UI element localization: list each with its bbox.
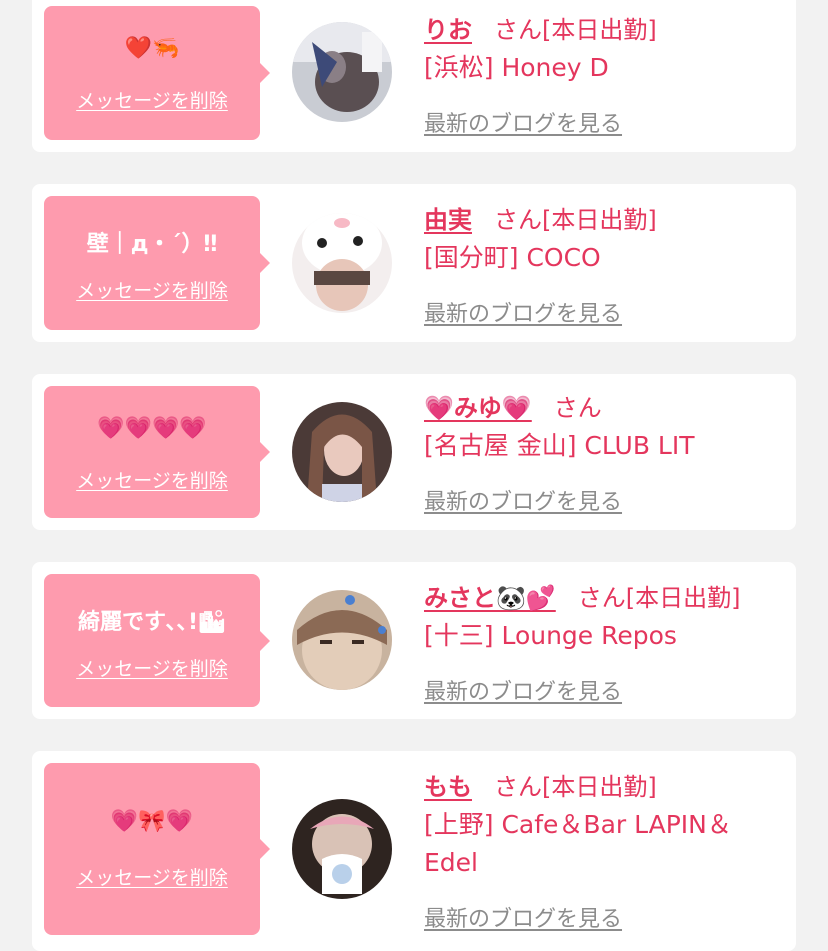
message-bubble: 💗💗💗💗 メッセージを削除 [44, 386, 270, 518]
message-text: 💗💗💗💗 [97, 416, 207, 441]
cast-name-line: 由実 さん[本日出勤] [424, 200, 657, 235]
latest-blog-link[interactable]: 最新のブログを見る [424, 296, 622, 328]
cast-name-link[interactable]: みさと🐼💕 [424, 584, 556, 612]
message-card: 💗🎀💗 メッセージを削除 もも さん[本日出勤] [上野] Cafe＆Bar LA… [32, 751, 796, 951]
delete-message-link[interactable]: メッセージを削除 [44, 276, 260, 303]
avatar[interactable] [292, 402, 392, 502]
cast-honorific: さん [553, 394, 602, 422]
shop-name: [上野] Cafe＆Bar LAPIN＆Edel [424, 810, 732, 877]
latest-blog-link[interactable]: 最新のブログを見る [424, 674, 622, 706]
cast-name-line: りお さん[本日出勤] [424, 10, 657, 45]
delete-message-link[interactable]: メッセージを削除 [44, 466, 260, 493]
avatar[interactable] [292, 22, 392, 122]
avatar[interactable] [292, 213, 392, 313]
message-bubble: 💗🎀💗 メッセージを削除 [44, 763, 270, 935]
message-text: ❤️🦐 [124, 36, 180, 61]
message-card: ❤️🦐 メッセージを削除 りお さん[本日出勤] [浜松] Honey D 最新の… [32, 0, 796, 152]
avatar[interactable] [292, 799, 392, 899]
message-text: 綺麗です､､!🏙 [78, 610, 226, 635]
message-card: 💗💗💗💗 メッセージを削除 💗みゆ💗 さん [名古屋 金山] CLUB LIT 最… [32, 374, 796, 530]
latest-blog-link[interactable]: 最新のブログを見る [424, 484, 622, 516]
delete-message-link[interactable]: メッセージを削除 [44, 86, 260, 113]
cast-honorific: さん[本日出勤] [494, 16, 657, 44]
latest-blog-link[interactable]: 最新のブログを見る [424, 106, 622, 138]
cast-honorific: さん[本日出勤] [577, 584, 741, 612]
message-card: 綺麗です､､!🏙 メッセージを削除 みさと🐼💕 さん[本日出勤] [十三] Lou… [32, 562, 796, 719]
latest-blog-link[interactable]: 最新のブログを見る [424, 901, 622, 933]
cast-name-link[interactable]: 💗みゆ💗 [424, 394, 532, 422]
avatar[interactable] [292, 590, 392, 690]
message-card: 壁｜д・´）‼ メッセージを削除 由実 さん[本日出勤] [国分町] COCO 最… [32, 184, 796, 342]
shop-name: [十三] Lounge Repos [424, 621, 677, 650]
message-bubble: 綺麗です､､!🏙 メッセージを削除 [44, 574, 270, 707]
shop-name: [国分町] COCO [424, 243, 601, 272]
cast-name-link[interactable]: 由実 [424, 206, 472, 234]
delete-message-link[interactable]: メッセージを削除 [44, 863, 260, 890]
message-bubble: ❤️🦐 メッセージを削除 [44, 6, 270, 140]
cast-honorific: さん[本日出勤] [494, 773, 657, 801]
shop-name: [名古屋 金山] CLUB LIT [424, 431, 695, 460]
message-bubble: 壁｜д・´）‼ メッセージを削除 [44, 196, 270, 330]
cast-name-line: もも さん[本日出勤] [424, 767, 657, 802]
shop-name: [浜松] Honey D [424, 53, 609, 82]
message-text: 壁｜д・´）‼ [86, 232, 218, 257]
cast-honorific: さん[本日出勤] [494, 206, 657, 234]
cast-name-link[interactable]: りお [424, 16, 472, 44]
cast-name-link[interactable]: もも [424, 773, 472, 801]
cast-name-line: 💗みゆ💗 さん [424, 388, 602, 423]
cast-name-line: みさと🐼💕 さん[本日出勤] [424, 578, 741, 613]
message-text: 💗🎀💗 [110, 809, 194, 834]
delete-message-link[interactable]: メッセージを削除 [44, 654, 260, 681]
